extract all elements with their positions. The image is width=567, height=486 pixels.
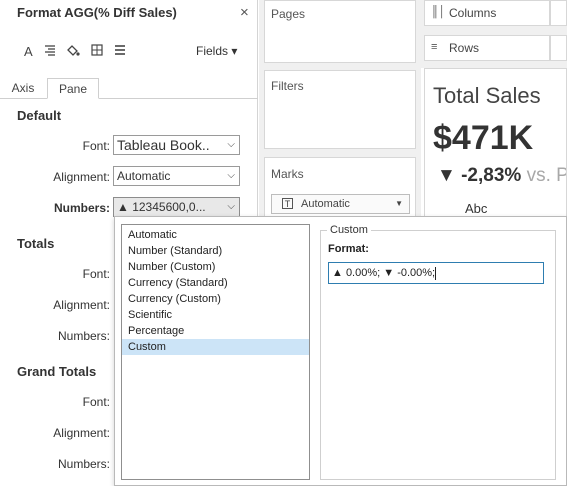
list-item[interactable]: Currency (Standard) (122, 275, 309, 291)
default-font-label: Font: (82, 139, 110, 153)
columns-shelf-label: ║│ Columns (424, 0, 550, 26)
list-item[interactable]: Number (Custom) (122, 259, 309, 275)
default-alignment-dropdown[interactable]: Automatic ⌵ (113, 166, 240, 186)
section-default: Default (17, 108, 62, 123)
fields-dropdown[interactable]: Fields ▾ (196, 44, 237, 58)
format-input[interactable]: ▲ 0.00%; ▼ -0.00%; (328, 262, 544, 284)
marks-card: Marks T Automatic ▼ (264, 157, 416, 219)
text-mark-icon: T (282, 198, 293, 209)
list-item[interactable]: Percentage (122, 323, 309, 339)
default-numbers-label: Numbers: (53, 201, 110, 215)
number-format-list[interactable]: Automatic Number (Standard) Number (Cust… (121, 224, 310, 480)
default-numbers-value: ▲ 12345600,0... (117, 200, 206, 214)
section-totals: Totals (17, 236, 55, 251)
viz-area: Total Sales $471K ▼ -2,83% vs. P Abc (424, 68, 567, 228)
borders-icon[interactable] (91, 44, 103, 59)
columns-icon: ║│ (431, 6, 446, 18)
shading-icon[interactable] (66, 44, 80, 60)
format-label: Format: (328, 243, 369, 255)
totals-numbers-label: Numbers: (57, 329, 110, 343)
default-font-value: Tableau Book.. (117, 137, 210, 153)
totals-alignment-label: Alignment: (53, 298, 110, 312)
format-pane-title: Format AGG(% Diff Sales) (17, 5, 177, 20)
default-alignment-value: Automatic (117, 169, 171, 183)
kpi-vs-label: vs. P (526, 165, 567, 186)
mark-type-dropdown[interactable]: T Automatic ▼ (271, 194, 410, 214)
viz-title: Total Sales (433, 83, 541, 108)
kpi-change: ▼ -2,83% vs. P (437, 165, 567, 187)
custom-group-legend: Custom (327, 224, 371, 236)
chevron-down-icon: ⌵ (227, 139, 235, 150)
list-item-selected[interactable]: Custom (122, 339, 309, 355)
grand-totals-numbers-label: Numbers: (57, 457, 110, 471)
kpi-change-value: ▼ -2,83% (437, 165, 522, 186)
abc-placeholder: Abc (465, 201, 488, 216)
tab-axis[interactable]: Axis (3, 78, 43, 99)
chevron-down-icon: ▼ (395, 199, 403, 208)
font-icon[interactable]: A (24, 44, 33, 59)
alignment-icon[interactable] (44, 44, 56, 59)
default-alignment-label: Alignment: (53, 170, 110, 184)
filters-card[interactable]: Filters (264, 70, 416, 149)
section-grand-totals: Grand Totals (17, 364, 97, 379)
lines-icon[interactable] (114, 44, 126, 59)
rows-label: Rows (449, 41, 480, 55)
pages-card[interactable]: Pages (264, 0, 416, 63)
list-item[interactable]: Number (Standard) (122, 243, 309, 259)
list-item[interactable]: Currency (Custom) (122, 291, 309, 307)
grand-totals-alignment-label: Alignment: (53, 426, 110, 440)
chevron-down-icon: ⌵ (227, 201, 235, 212)
totals-font-label: Font: (82, 267, 110, 281)
rows-shelf-label: ≡ Rows (424, 35, 550, 61)
rows-shelf[interactable] (550, 35, 567, 61)
text-cursor (435, 266, 437, 280)
pages-title: Pages (271, 7, 306, 21)
close-icon[interactable]: × (240, 4, 249, 21)
kpi-value: $471K (433, 119, 534, 157)
columns-shelf[interactable] (550, 0, 567, 26)
chevron-down-icon: ⌵ (227, 170, 235, 181)
format-input-value: ▲ 0.00%; ▼ -0.00%; (332, 267, 436, 279)
columns-label: Columns (449, 6, 497, 20)
rows-icon: ≡ (431, 41, 438, 53)
filters-title: Filters (271, 79, 304, 93)
tab-pane[interactable]: Pane (47, 78, 99, 99)
default-numbers-dropdown[interactable]: ▲ 12345600,0... ⌵ (113, 197, 240, 217)
default-font-dropdown[interactable]: Tableau Book.. ⌵ (113, 135, 240, 155)
marks-title: Marks (271, 167, 304, 181)
list-item[interactable]: Scientific (122, 307, 309, 323)
grand-totals-font-label: Font: (82, 395, 110, 409)
list-item[interactable]: Automatic (122, 227, 309, 243)
mark-type-value: Automatic (301, 198, 350, 210)
